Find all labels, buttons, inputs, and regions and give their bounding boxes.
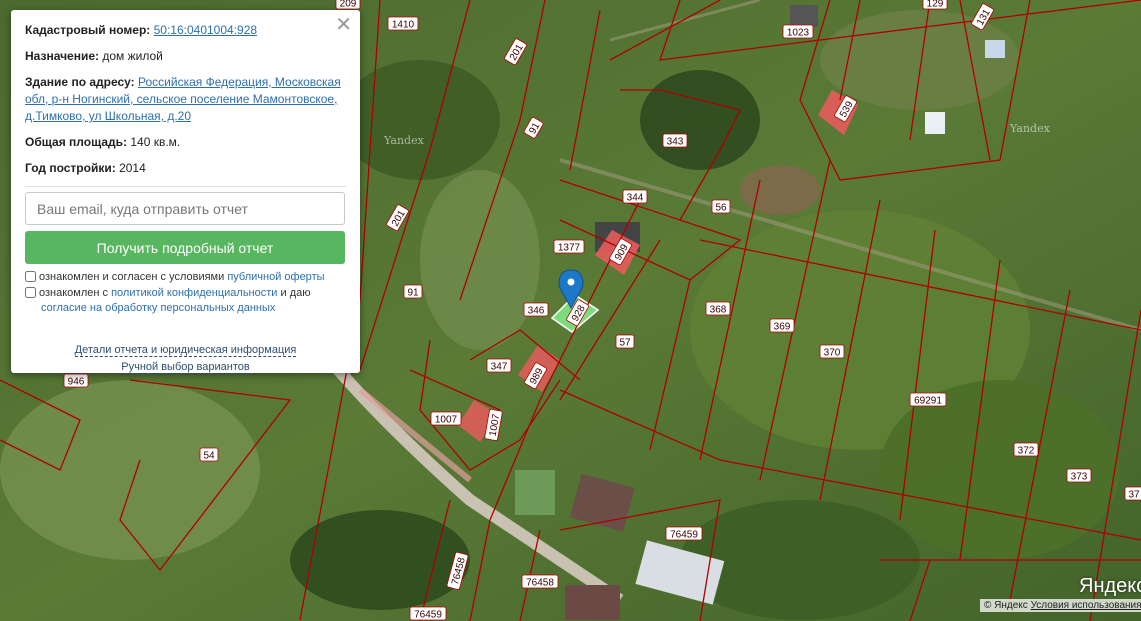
parcel-number-label[interactable]: 69291 bbox=[909, 392, 947, 407]
yandex-watermark: Yandex bbox=[384, 134, 424, 147]
parcel-number-text: 343 bbox=[667, 137, 684, 148]
get-report-button[interactable]: Получить подробный отчет bbox=[25, 231, 345, 264]
parcel-number-text: 54 bbox=[203, 451, 215, 462]
parcel-number-label[interactable]: 372 bbox=[1013, 442, 1039, 457]
year-label: Год постройки: bbox=[25, 161, 116, 175]
purpose-row: Назначение: дом жилой bbox=[25, 48, 346, 65]
parcel-number-text: 372 bbox=[1018, 446, 1035, 457]
parcel-number-text: 368 bbox=[710, 305, 727, 316]
parcel-number-label[interactable]: 347 bbox=[486, 358, 512, 373]
consent-offer-text: ознакомлен и согласен с условиями bbox=[39, 271, 225, 283]
copyright-text: © Яндекс bbox=[984, 600, 1028, 611]
parcel-number-text: 344 bbox=[627, 193, 644, 204]
parcel-number-label[interactable]: 1410 bbox=[387, 16, 419, 31]
personal-data-consent-link[interactable]: согласие на обработку персональных данны… bbox=[41, 302, 275, 314]
manual-selection-link[interactable]: Ручной выбор вариантов bbox=[121, 361, 250, 374]
parcel-number-label[interactable]: 368 bbox=[705, 301, 731, 316]
privacy-checkbox[interactable] bbox=[25, 287, 36, 298]
parcel-number-text: 370 bbox=[824, 348, 841, 359]
parcel-info-popup: ✕ Кадастровый номер: 50:16:0401004:928 Н… bbox=[11, 10, 360, 376]
parcel-number-text: 346 bbox=[528, 306, 545, 317]
parcel-number-label[interactable]: 369 bbox=[769, 318, 795, 333]
parcel-number-label[interactable]: 129 bbox=[922, 0, 948, 10]
parcel-number-label[interactable]: 1023 bbox=[782, 24, 814, 39]
parcel-number-text: 76459 bbox=[670, 530, 698, 541]
parcel-number-text: 1410 bbox=[392, 20, 415, 31]
area-row: Общая площадь: 140 кв.м. bbox=[25, 134, 346, 151]
divider bbox=[25, 186, 346, 187]
popup-links: Детали отчета и юридическая информация Р… bbox=[25, 342, 346, 376]
close-icon[interactable]: ✕ bbox=[335, 14, 352, 34]
parcel-number-text: 1377 bbox=[558, 243, 581, 254]
parcel-number-label[interactable]: 346 bbox=[523, 302, 549, 317]
parcel-number-text: 1023 bbox=[787, 28, 810, 39]
year-row: Год постройки: 2014 bbox=[25, 160, 346, 177]
parcel-number-text: 373 bbox=[1071, 472, 1088, 483]
offer-checkbox[interactable] bbox=[25, 271, 36, 282]
parcel-number-label[interactable]: 76459 bbox=[409, 606, 447, 621]
yandex-logo: Яндекс bbox=[1079, 575, 1141, 597]
parcel-number-text: 91 bbox=[407, 288, 419, 299]
parcel-number-label[interactable]: 946 bbox=[63, 373, 89, 388]
parcel-number-label[interactable]: 91 bbox=[403, 284, 423, 299]
parcel-number-label[interactable]: 76458 bbox=[521, 574, 559, 589]
year-value: 2014 bbox=[119, 161, 146, 175]
yandex-watermark: Yandex bbox=[1010, 122, 1050, 135]
parcel-number-label[interactable]: 344 bbox=[622, 189, 648, 204]
parcel-number-text: 946 bbox=[68, 377, 85, 388]
parcel-number-label[interactable]: 373 bbox=[1066, 468, 1092, 483]
parcel-number-label[interactable]: 209 bbox=[335, 0, 361, 10]
cadastral-number-link[interactable]: 50:16:0401004:928 bbox=[154, 23, 257, 37]
parcel-number-label[interactable]: 56 bbox=[711, 199, 731, 214]
address-label: Здание по адресу: bbox=[25, 75, 135, 89]
cadastral-row: Кадастровый номер: 50:16:0401004:928 bbox=[25, 22, 346, 39]
parcel-number-label[interactable]: 343 bbox=[662, 133, 688, 148]
purpose-label: Назначение: bbox=[25, 49, 100, 63]
parcel-number-text: 76458 bbox=[526, 578, 554, 589]
parcel-number-label[interactable]: 76459 bbox=[665, 526, 703, 541]
consent-privacy-text-b: и даю bbox=[280, 287, 311, 299]
parcel-number-text: 56 bbox=[715, 203, 727, 214]
parcel-number-label[interactable]: 37 bbox=[1124, 486, 1141, 501]
address-row: Здание по адресу: Российская Федерация, … bbox=[25, 74, 346, 125]
area-label: Общая площадь: bbox=[25, 135, 128, 149]
parcel-number-text: 76459 bbox=[414, 610, 442, 621]
terms-of-use-link[interactable]: Условия использования bbox=[1031, 600, 1141, 611]
report-details-link[interactable]: Детали отчета и юридическая информация bbox=[74, 344, 297, 357]
parcel-number-label[interactable]: 1007 bbox=[430, 411, 462, 426]
parcel-number-label[interactable]: 57 bbox=[615, 334, 635, 349]
email-input[interactable] bbox=[25, 192, 345, 225]
parcel-number-text: 57 bbox=[619, 338, 631, 349]
purpose-value: дом жилой bbox=[102, 49, 163, 63]
public-offer-link[interactable]: публичной оферты bbox=[227, 271, 324, 283]
cadastral-label: Кадастровый номер: bbox=[25, 23, 151, 37]
parcel-number-label[interactable]: 1377 bbox=[553, 239, 585, 254]
map-copyright: © Яндекс Условия использования bbox=[980, 599, 1141, 612]
privacy-policy-link[interactable]: политикой конфиденциальности bbox=[111, 287, 277, 299]
parcel-number-text: 69291 bbox=[914, 396, 942, 407]
parcel-number-text: 209 bbox=[340, 0, 357, 10]
consent-offer: ознакомлен и согласен с условиями публич… bbox=[25, 270, 346, 285]
parcel-number-text: 369 bbox=[774, 322, 791, 333]
parcel-number-text: 129 bbox=[927, 0, 944, 10]
parcel-number-text: 37 bbox=[1128, 490, 1140, 501]
consent-privacy-text-a: ознакомлен с bbox=[39, 287, 109, 299]
consent-privacy: ознакомлен с политикой конфиденциальност… bbox=[25, 286, 346, 316]
parcel-number-text: 347 bbox=[491, 362, 508, 373]
parcel-number-label[interactable]: 54 bbox=[199, 447, 219, 462]
parcel-number-label[interactable]: 370 bbox=[819, 344, 845, 359]
parcel-number-text: 1007 bbox=[435, 415, 458, 426]
area-value: 140 кв.м. bbox=[130, 135, 181, 149]
